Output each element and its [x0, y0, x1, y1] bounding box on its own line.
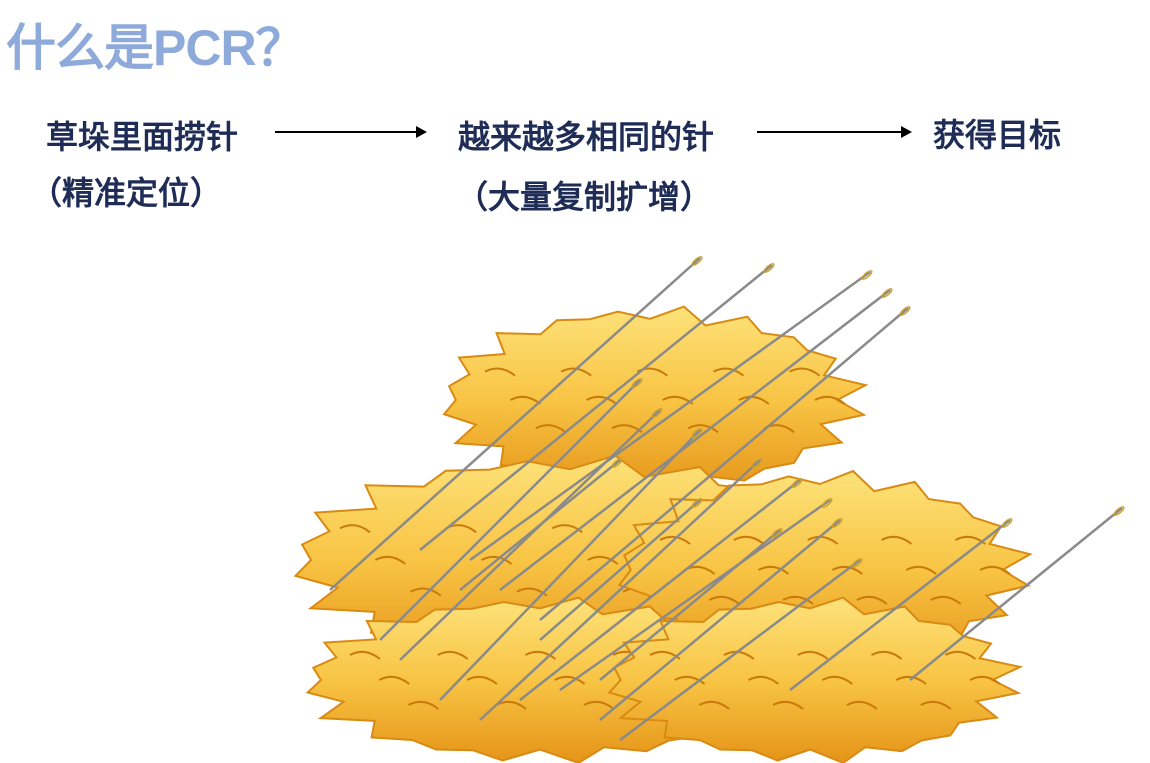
- haystack-with-needles-illustration: [293, 256, 1125, 763]
- haystack: [293, 305, 1033, 763]
